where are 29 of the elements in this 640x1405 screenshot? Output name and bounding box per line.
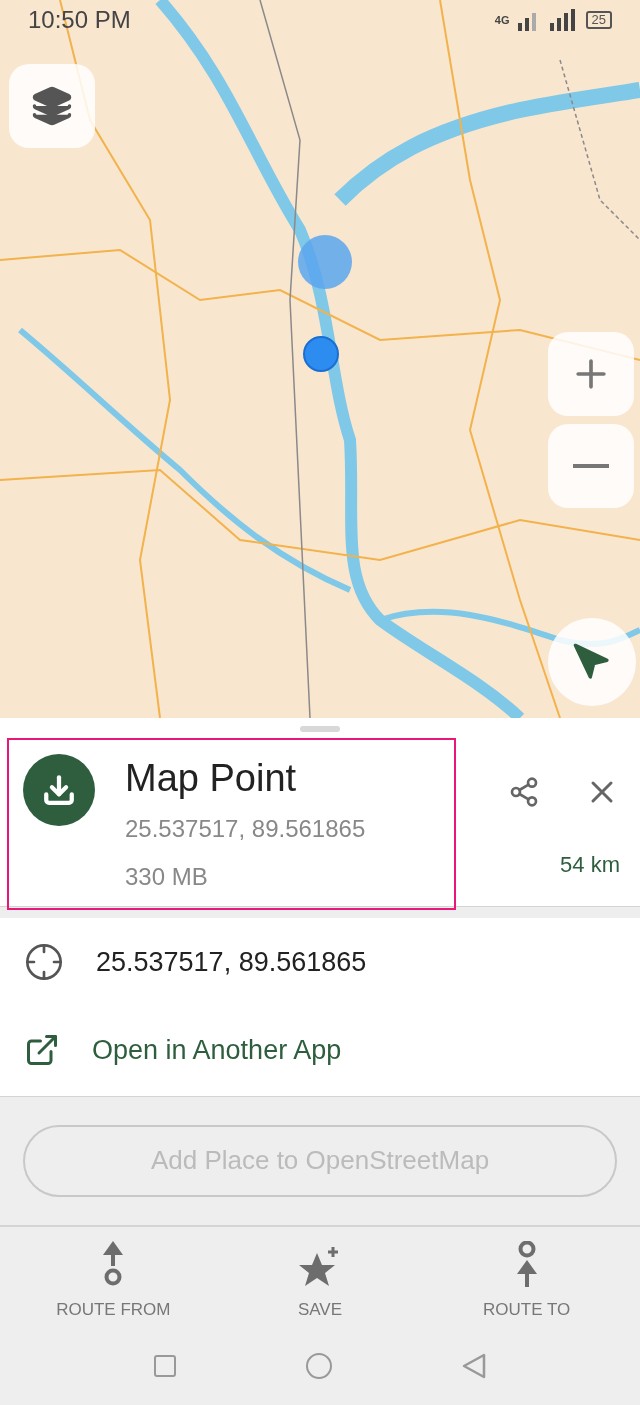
action-button[interactable]: SAVE <box>230 1237 410 1327</box>
network-type: 4G <box>494 12 510 28</box>
zoom-in-button[interactable] <box>548 332 634 416</box>
minus-icon <box>573 464 609 468</box>
navigation-arrow-icon <box>572 642 612 682</box>
share-icon[interactable] <box>508 776 540 808</box>
action-button[interactable]: ROUTE FROM <box>23 1237 204 1327</box>
back-button[interactable] <box>462 1353 486 1379</box>
point-title: Map Point <box>125 756 298 801</box>
coordinates-text: 25.537517, 89.561865 <box>96 945 367 979</box>
download-size: 330 MB <box>125 862 209 892</box>
distance: 54 km <box>560 851 620 879</box>
download-icon <box>42 773 76 807</box>
open-app-row[interactable]: Open in Another App <box>0 1005 640 1094</box>
signal-icon <box>517 9 578 31</box>
battery-level: 25 <box>585 11 612 29</box>
crosshair-icon <box>24 941 64 982</box>
layers-button[interactable] <box>9 64 95 148</box>
home-button[interactable] <box>306 1353 332 1379</box>
route-from-icon <box>102 1241 125 1287</box>
layers-icon <box>31 85 73 127</box>
coordinates-row[interactable]: 25.537517, 89.561865 <box>0 917 640 1006</box>
route-to-icon <box>515 1241 538 1287</box>
drag-handle[interactable] <box>300 726 340 732</box>
open-app-link[interactable]: Open in Another App <box>92 1029 342 1071</box>
recent-apps-button[interactable] <box>154 1355 176 1377</box>
action-button[interactable]: ROUTE TO <box>436 1237 617 1327</box>
point-coordinates: 25.537517, 89.561865 <box>125 814 366 844</box>
star-plus-icon <box>299 1247 341 1287</box>
